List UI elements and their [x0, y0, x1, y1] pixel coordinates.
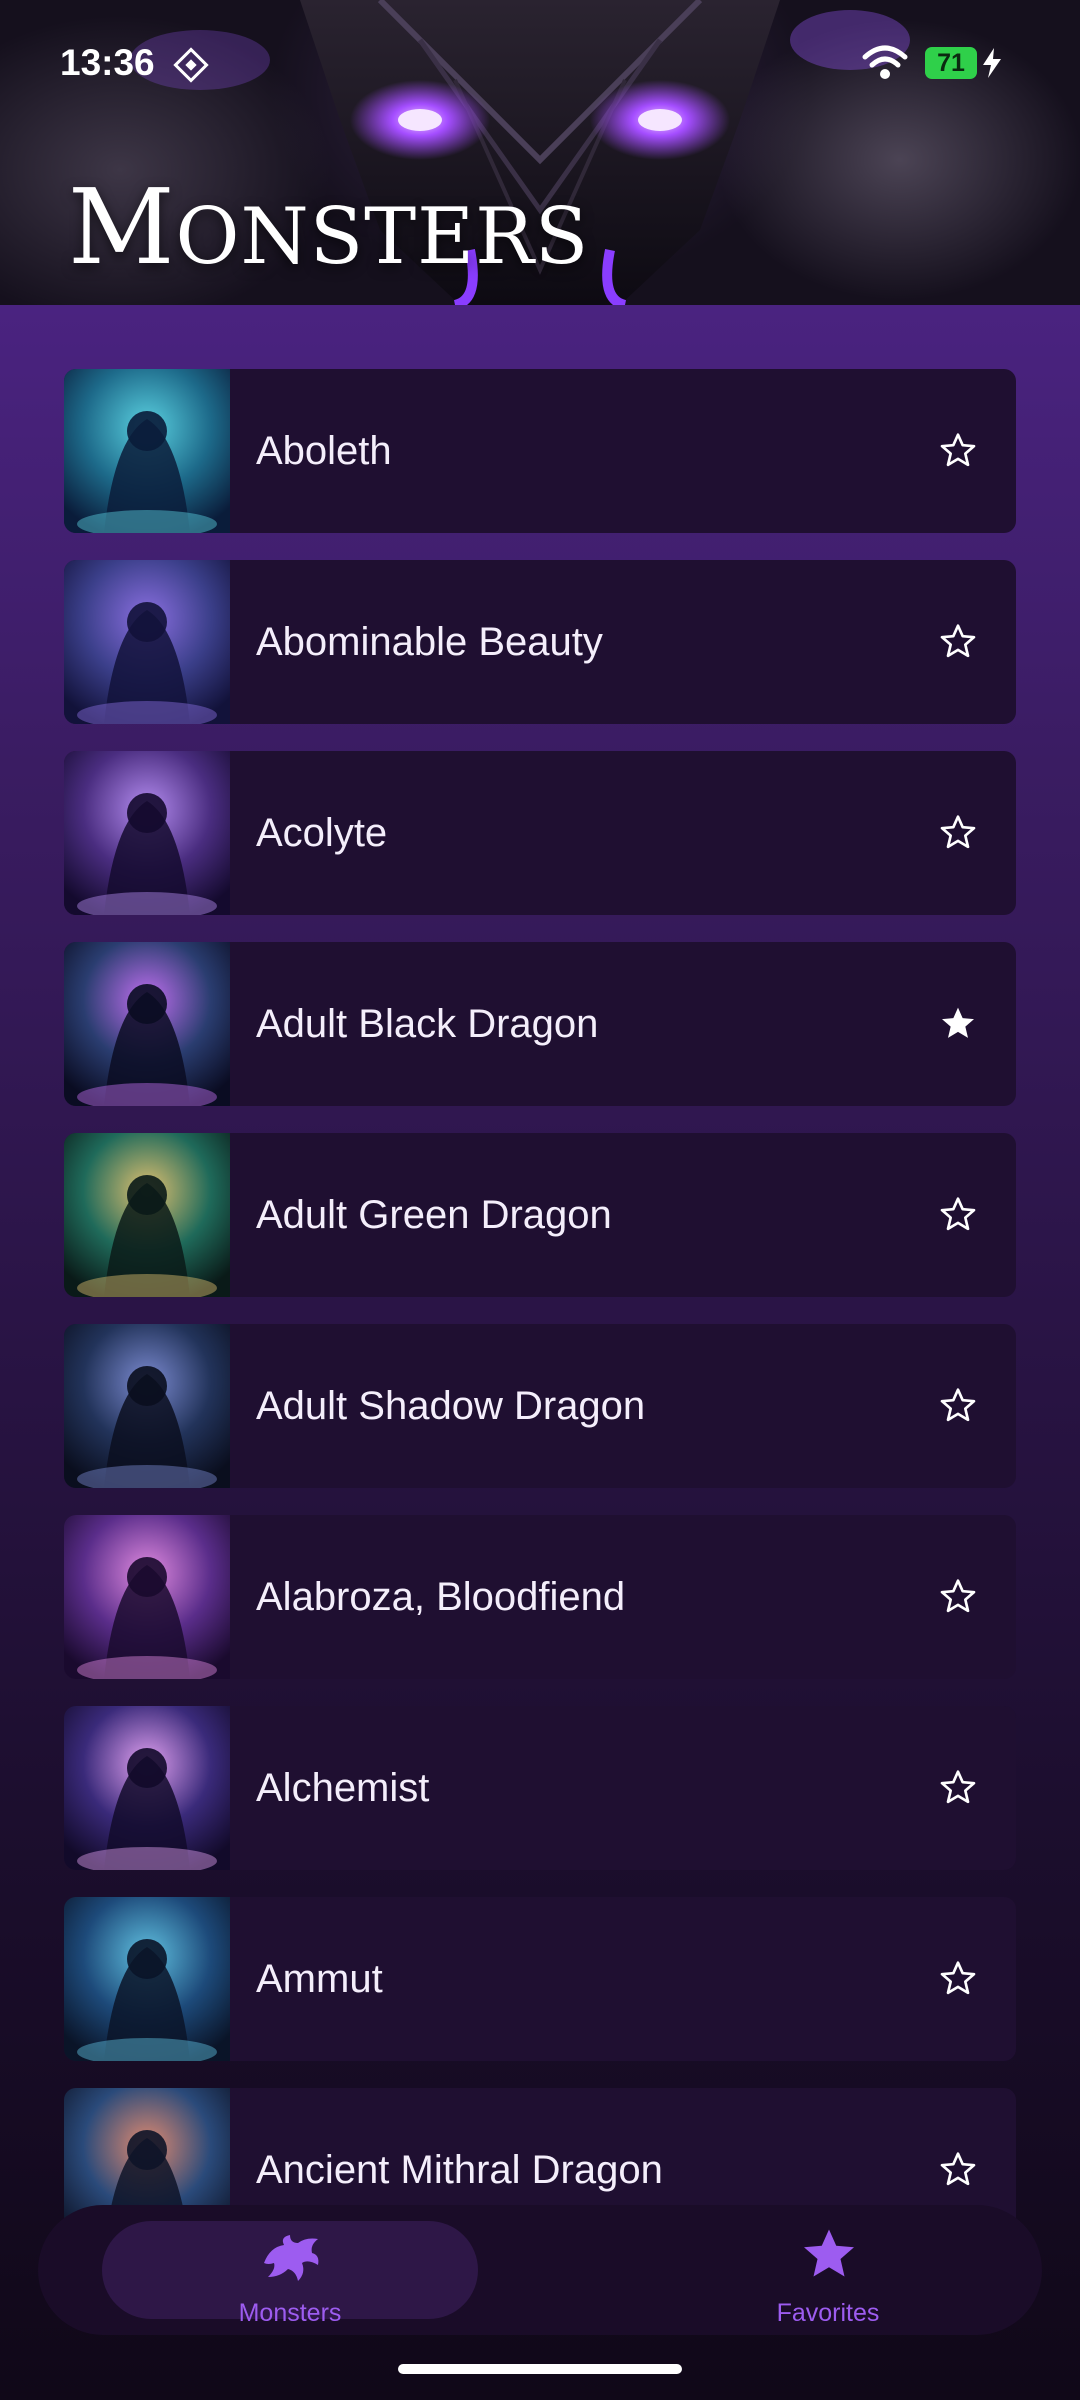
monster-name: Adult Black Dragon [256, 1002, 599, 1046]
monster-thumbnail [64, 1133, 230, 1297]
favorite-star-outline-icon[interactable] [938, 813, 978, 853]
nav-tab-favorites[interactable]: Favorites [678, 2205, 978, 2335]
gps-diamond-icon [173, 47, 209, 83]
nav-label-monsters: Monsters [238, 2299, 342, 2327]
monster-name: Adult Green Dragon [256, 1193, 612, 1237]
nav-label-favorites: Favorites [776, 2299, 880, 2327]
favorite-star-outline-icon[interactable] [938, 2150, 978, 2190]
nav-tab-monsters[interactable]: Monsters [102, 2205, 478, 2335]
battery-indicator: 71 [925, 47, 977, 79]
star-filled-icon [804, 2229, 854, 2277]
monster-thumbnail [64, 369, 230, 533]
status-bar: 13:36 71 [0, 0, 1080, 130]
monster-list-item[interactable]: Adult Black Dragon [64, 942, 1016, 1106]
favorite-star-outline-icon[interactable] [938, 1959, 978, 1999]
monster-thumbnail [64, 1515, 230, 1679]
favorite-star-outline-icon[interactable] [938, 1386, 978, 1426]
status-time: 13:36 [60, 42, 155, 83]
monster-thumbnail [64, 942, 230, 1106]
header-banner: 13:36 71 MONSTERS [0, 0, 1080, 305]
monster-list-item[interactable]: Acolyte [64, 751, 1016, 915]
favorite-star-filled-icon[interactable] [938, 1004, 978, 1044]
favorite-star-outline-icon[interactable] [938, 1577, 978, 1617]
favorite-star-outline-icon[interactable] [938, 1195, 978, 1235]
monster-name: Abominable Beauty [256, 620, 603, 664]
monster-name: Acolyte [256, 811, 388, 855]
monster-thumbnail [64, 751, 230, 915]
monster-list-item[interactable]: Ammut [64, 1897, 1016, 2061]
page-title-rest: ONSTERS [175, 192, 590, 282]
favorite-star-outline-icon[interactable] [938, 431, 978, 471]
monster-name: Ammut [256, 1957, 383, 2001]
favorite-star-outline-icon[interactable] [938, 622, 978, 662]
charging-bolt-icon [983, 48, 1001, 78]
monster-thumbnail [64, 1324, 230, 1488]
monster-thumbnail [64, 1706, 230, 1870]
monster-list-area[interactable]: Aboleth Abominable Beauty Acolyte Adult Bla… [0, 305, 1080, 2400]
monster-name: Aboleth [256, 429, 392, 473]
monster-name: Alabroza, Bloodfiend [256, 1575, 626, 1619]
monster-list-item[interactable]: Adult Green Dragon [64, 1133, 1016, 1297]
monster-list-item[interactable]: Aboleth [64, 369, 1016, 533]
monster-thumbnail [64, 560, 230, 724]
monster-list[interactable]: Aboleth Abominable Beauty Acolyte Adult Bla… [64, 369, 1016, 2279]
monster-thumbnail [64, 1897, 230, 2061]
bottom-navigation: Monsters Favorites [38, 2205, 1042, 2335]
monster-name: Adult Shadow Dragon [256, 1384, 646, 1428]
monster-name: Alchemist [256, 1766, 430, 1810]
monster-list-item[interactable]: Alchemist [64, 1706, 1016, 1870]
dragon-icon [264, 2235, 319, 2281]
wifi-icon [862, 45, 908, 79]
page-title: MONSTERS [68, 175, 589, 279]
home-indicator[interactable] [398, 2364, 682, 2374]
monster-list-item[interactable]: Adult Shadow Dragon [64, 1324, 1016, 1488]
monster-list-item[interactable]: Alabroza, Bloodfiend [64, 1515, 1016, 1679]
monster-list-item[interactable]: Abominable Beauty [64, 560, 1016, 724]
favorite-star-outline-icon[interactable] [938, 1768, 978, 1808]
page-title-initial: M [68, 166, 176, 288]
